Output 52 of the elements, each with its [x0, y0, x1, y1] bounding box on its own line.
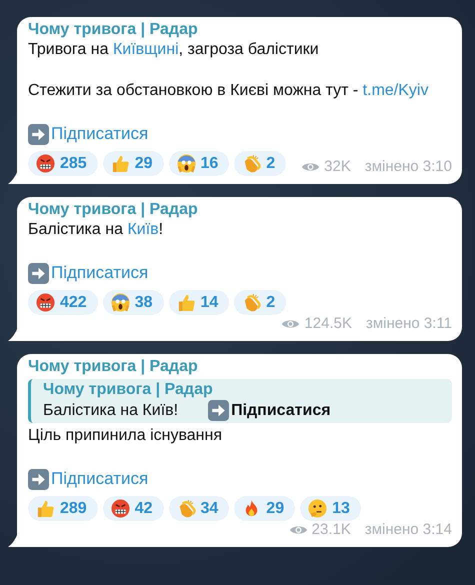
arrow-right-icon — [28, 468, 49, 490]
link[interactable]: Київщині — [112, 41, 179, 58]
reaction-button[interactable]: 14 — [168, 290, 230, 315]
eye-icon — [288, 524, 308, 536]
view-count: 32K — [324, 158, 351, 176]
channel-name[interactable]: Чому тривога | Радар — [28, 200, 452, 220]
message-text: Стежити за обстановкою в Києві можна тут - t.me/Kyiv — [28, 81, 430, 101]
channel-name[interactable]: Чому тривога | Радар — [28, 20, 452, 40]
reply-quote[interactable]: Чому тривога | Радар Балістика на Київ! Підписатися — [28, 379, 452, 423]
arrow-right-icon — [208, 400, 230, 421]
reaction-button[interactable]: 42 — [102, 496, 164, 521]
angry-face-icon — [110, 499, 130, 518]
reaction-button[interactable]: 285 — [28, 151, 98, 176]
message-text: Балістика на Київ! — [28, 220, 164, 240]
view-count: 23.1K — [312, 521, 351, 539]
quote-channel-name: Чому тривога | Радар — [43, 380, 214, 400]
message-text: Ціль припинила існування — [28, 426, 224, 446]
subscribe-link[interactable]: Підписатися — [51, 469, 148, 489]
thumbs-up-icon — [176, 293, 196, 312]
angry-face-icon — [36, 154, 55, 173]
reaction-button[interactable]: 289 — [28, 496, 98, 521]
thinking-face-icon — [308, 499, 328, 518]
channel-name[interactable]: Чому тривога | Радар — [28, 357, 452, 377]
reaction-button[interactable]: 29 — [102, 151, 164, 176]
subscribe-link[interactable]: Підписатися — [51, 263, 148, 283]
reaction-button[interactable]: 29 — [234, 496, 296, 521]
reaction-button[interactable]: 38 — [102, 290, 164, 315]
screaming-face-icon — [110, 293, 130, 312]
message-text: Тривога на Київщині, загроза балістики — [28, 40, 320, 60]
eye-icon — [281, 318, 300, 330]
arrow-right-icon — [28, 124, 49, 144]
subscribe-link[interactable]: Підписатися — [51, 124, 148, 144]
quote-text: Балістика на Київ! — [43, 402, 178, 420]
reaction-button[interactable]: 2 — [234, 151, 286, 176]
view-count: 124.5K — [304, 315, 352, 333]
edited-time: змінено 3:10 — [364, 158, 452, 176]
link[interactable]: t.me/Kyiv — [362, 82, 428, 99]
arrow-right-icon — [28, 262, 49, 284]
thumbs-up-icon — [110, 154, 130, 173]
quote-subscribe-text: Підписатися — [231, 402, 331, 420]
screaming-face-icon — [176, 154, 196, 173]
eye-icon — [301, 161, 320, 173]
reaction-button[interactable]: 16 — [168, 151, 230, 176]
angry-face-icon — [36, 293, 55, 312]
reaction-button[interactable]: 13 — [300, 496, 361, 521]
edited-time: змінено 3:14 — [364, 521, 452, 539]
reaction-button[interactable]: 2 — [234, 290, 286, 315]
reaction-button[interactable]: 422 — [28, 290, 98, 315]
thumbs-up-icon — [36, 499, 55, 518]
edited-time: змінено 3:11 — [366, 315, 452, 333]
link[interactable]: Київ — [127, 221, 159, 238]
reaction-button[interactable]: 34 — [168, 496, 230, 521]
